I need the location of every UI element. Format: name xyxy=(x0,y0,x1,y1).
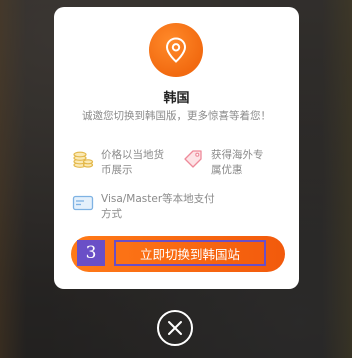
feature-local-payment: Visa/Master等本地支付 方式 xyxy=(72,192,292,222)
region-switch-modal: 韩国 诚邀您切换到韩国版，更多惊喜等着您！ 价格以当地货 币展示 获得海外专 属… xyxy=(54,7,299,289)
location-badge xyxy=(149,23,203,77)
close-icon xyxy=(168,321,182,335)
step-number-badge: 3 xyxy=(77,240,105,266)
price-tag-icon xyxy=(184,150,202,168)
feature-text: 价格以当地货 币展示 xyxy=(101,149,164,176)
coins-icon xyxy=(73,151,94,168)
switch-region-button[interactable]: 3 立即切换到韩国站 xyxy=(71,236,285,272)
region-title: 韩国 xyxy=(163,91,190,106)
location-pin-icon xyxy=(165,37,187,63)
card-icon xyxy=(72,195,94,211)
switch-region-label: 立即切换到韩国站 xyxy=(114,240,266,266)
close-button[interactable] xyxy=(157,310,193,346)
feature-text: Visa/Master等本地支付 方式 xyxy=(101,193,215,220)
feature-exclusive-offers: 获得海外专 属优惠 xyxy=(182,148,292,178)
feature-text: 获得海外专 属优惠 xyxy=(211,149,264,176)
feature-local-currency: 价格以当地货 币展示 xyxy=(72,148,177,178)
invite-message: 诚邀您切换到韩国版，更多惊喜等着您！ xyxy=(82,110,271,122)
